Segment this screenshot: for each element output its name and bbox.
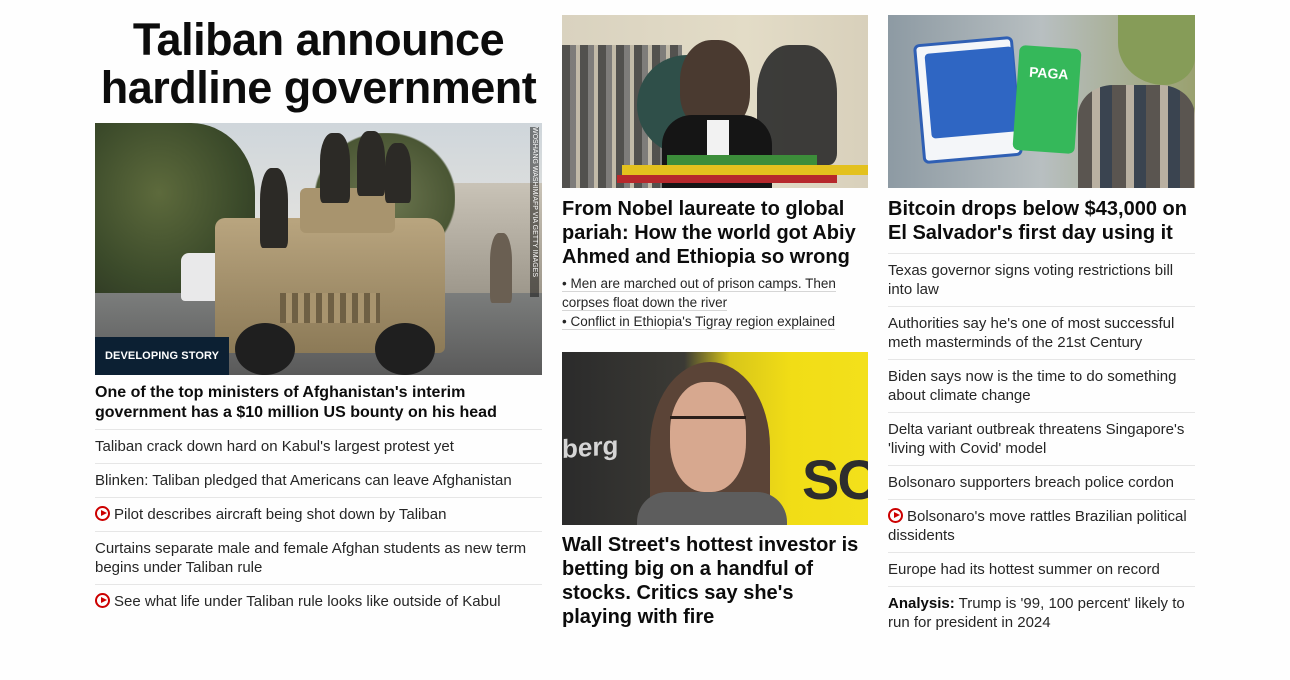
- headline-list: Texas governor signs voting restrictions…: [888, 254, 1195, 639]
- link-text[interactable]: Texas governor signs voting restrictions…: [888, 262, 1173, 298]
- developing-story-badge: DEVELOPING STORY: [95, 337, 230, 375]
- list-item[interactable]: Pilot describes aircraft being shot down…: [95, 498, 542, 532]
- investor-story-image[interactable]: berg SO: [562, 352, 868, 525]
- image-tree: [1118, 15, 1195, 85]
- link-text[interactable]: Pilot describes aircraft being shot down…: [114, 506, 446, 523]
- list-item[interactable]: Biden says now is the time to do somethi…: [888, 360, 1195, 413]
- lead-related-links: Taliban crack down hard on Kabul's large…: [95, 430, 542, 618]
- list-item[interactable]: Europe had its hottest summer on record: [888, 553, 1195, 587]
- image-bitcoin-sign-panel: [924, 46, 1020, 139]
- analysis-label: Analysis:: [888, 595, 955, 612]
- link-text[interactable]: Bolsonaro's move rattles Brazilian polit…: [888, 508, 1187, 544]
- link-text[interactable]: Authorities say he's one of most success…: [888, 315, 1174, 351]
- bullet-link[interactable]: • Conflict in Ethiopia's Tigray region e…: [562, 314, 835, 330]
- link-text[interactable]: Taliban crack down hard on Kabul's large…: [95, 438, 454, 455]
- lead-headline[interactable]: Taliban announce hardline government: [95, 14, 542, 122]
- link-text[interactable]: Bolsonaro supporters breach police cordo…: [888, 474, 1174, 491]
- link-text[interactable]: Curtains separate male and female Afghan…: [95, 540, 526, 576]
- list-item[interactable]: Authorities say he's one of most success…: [888, 307, 1195, 360]
- image-wheel: [235, 323, 295, 375]
- lead-story-column: Taliban announce hardline government WOS…: [95, 14, 542, 618]
- list-item[interactable]: See what life under Taliban rule looks l…: [95, 585, 542, 618]
- image-figure: [357, 131, 385, 196]
- list-item[interactable]: Blinken: Taliban pledged that Americans …: [95, 464, 542, 498]
- bullet-link[interactable]: • Men are marched out of prison camps. T…: [562, 276, 836, 311]
- image-humvee-grill: [280, 293, 380, 323]
- investor-story-title[interactable]: Wall Street's hottest investor is bettin…: [562, 525, 868, 629]
- image-figure: [260, 168, 288, 248]
- image-backdrop-text: SO: [802, 448, 868, 511]
- image-backdrop-text: berg: [562, 430, 619, 464]
- image-flag-yellow: [622, 165, 868, 175]
- image-face: [670, 382, 746, 492]
- list-item[interactable]: Bolsonaro's move rattles Brazilian polit…: [888, 500, 1195, 553]
- image-figure: [385, 143, 411, 203]
- link-text[interactable]: Europe had its hottest summer on record: [888, 561, 1160, 578]
- link-text[interactable]: Blinken: Taliban pledged that Americans …: [95, 472, 512, 489]
- image-figure: [320, 133, 350, 203]
- list-item[interactable]: Curtains separate male and female Afghan…: [95, 532, 542, 585]
- play-video-icon: [888, 508, 903, 523]
- image-glasses: [670, 416, 746, 430]
- image-sign-text: PAGA: [1028, 63, 1070, 83]
- image-credit: WOSHANG WASHIM/AFP VIA GETTY IMAGES: [530, 127, 539, 297]
- link-text[interactable]: Delta variant outbreak threatens Singapo…: [888, 421, 1184, 457]
- middle-column: From Nobel laureate to global pariah: Ho…: [562, 15, 868, 629]
- image-figure: [490, 233, 512, 303]
- ethiopia-story-title[interactable]: From Nobel laureate to global pariah: Ho…: [562, 188, 868, 269]
- bitcoin-story-image[interactable]: PAGA: [888, 15, 1195, 188]
- list-item[interactable]: Texas governor signs voting restrictions…: [888, 254, 1195, 307]
- image-crowd: [1078, 85, 1195, 188]
- list-item[interactable]: Taliban crack down hard on Kabul's large…: [95, 430, 542, 464]
- image-flag-red: [617, 175, 837, 183]
- lead-story-image[interactable]: WOSHANG WASHIM/AFP VIA GETTY IMAGES DEVE…: [95, 123, 542, 375]
- list-item[interactable]: Bolsonaro supporters breach police cordo…: [888, 466, 1195, 500]
- lead-subhead-link[interactable]: One of the top ministers of Afghanistan'…: [95, 375, 542, 430]
- bitcoin-story-title[interactable]: Bitcoin drops below $43,000 on El Salvad…: [888, 188, 1195, 254]
- list-item[interactable]: Delta variant outbreak threatens Singapo…: [888, 413, 1195, 466]
- play-video-icon: [95, 506, 110, 521]
- list-item[interactable]: Analysis: Trump is '99, 100 percent' lik…: [888, 587, 1195, 639]
- image-body: [637, 492, 787, 525]
- right-column: PAGA Bitcoin drops below $43,000 on El S…: [888, 15, 1195, 639]
- play-video-icon: [95, 593, 110, 608]
- ethiopia-story-image[interactable]: [562, 15, 868, 188]
- ethiopia-related-links: • Men are marched out of prison camps. T…: [562, 274, 868, 331]
- image-paga-sign: PAGA: [1012, 44, 1082, 155]
- image-wheel: [375, 323, 435, 375]
- link-text[interactable]: See what life under Taliban rule looks l…: [114, 593, 501, 610]
- link-text[interactable]: Biden says now is the time to do somethi…: [888, 368, 1177, 404]
